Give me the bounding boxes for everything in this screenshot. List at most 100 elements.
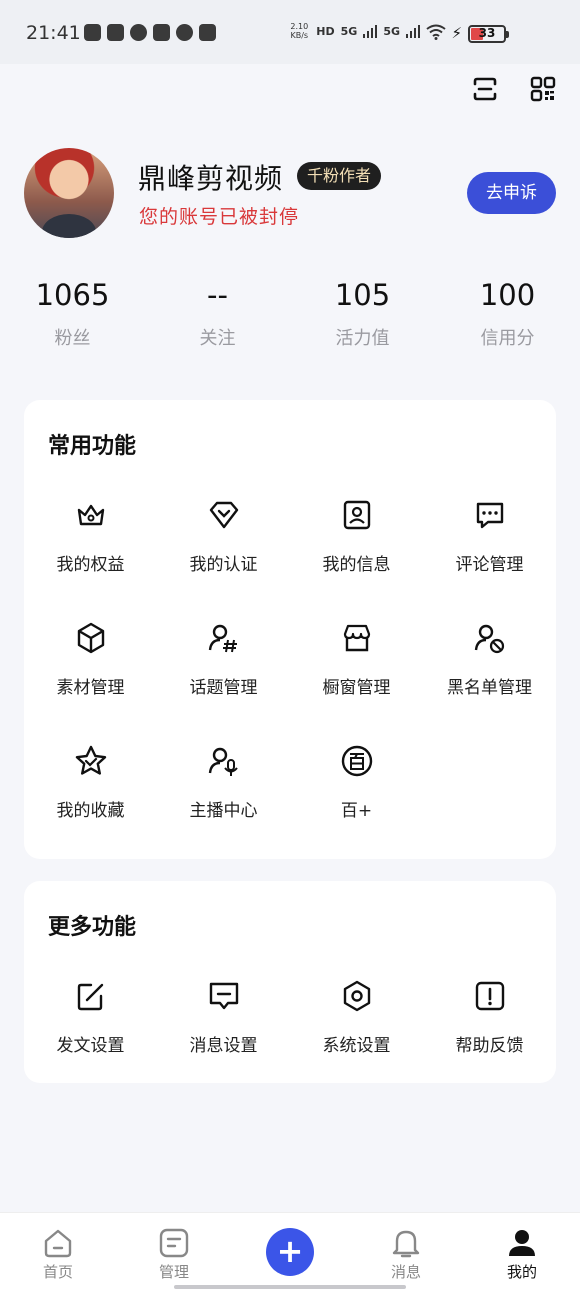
ban-notice: 您的账号已被封停 (139, 206, 300, 228)
menu-item-my-info[interactable]: 我的信息 (290, 498, 423, 575)
menu-item-message-settings[interactable]: 消息设置 (157, 979, 290, 1056)
nav-manage[interactable]: 管理 (134, 1227, 214, 1282)
stat-label: 关注 (199, 328, 236, 349)
menu-item-label: 百+ (340, 801, 373, 821)
menu-item-label: 发文设置 (56, 1036, 125, 1056)
user-hashtag-icon (208, 624, 237, 653)
person-icon (509, 1230, 535, 1256)
nav-label: 首页 (42, 1263, 73, 1281)
menu-item-help-feedback[interactable]: 帮助反馈 (423, 979, 556, 1056)
menu-item-label: 我的收藏 (56, 801, 125, 821)
menu-item-verification[interactable]: 我的认证 (157, 498, 290, 575)
network-indicators: 2.10 KB/s HD 5G 5G (288, 22, 420, 40)
menu-item-label: 话题管理 (189, 678, 258, 698)
menu-item-label: 主播中心 (189, 801, 258, 821)
message-icon (209, 982, 238, 1010)
stat-label: 活力值 (335, 328, 390, 349)
net-speed: 2.10 KB/s (290, 22, 309, 40)
bell-icon (392, 1230, 420, 1258)
qr-code-icon[interactable] (530, 76, 556, 102)
stats-row: 1065 粉丝 -- 关注 105 活力值 100 信用分 (0, 278, 580, 350)
charging-icon: ⚡ (451, 24, 462, 42)
stat-value: 105 (334, 278, 391, 312)
menu-item-label: 系统设置 (322, 1036, 391, 1056)
stat-value: 1065 (35, 278, 110, 312)
fans-badge: 千粉作者 (297, 162, 382, 190)
stat-following[interactable]: -- 关注 (145, 278, 290, 350)
stat-activity[interactable]: 105 活力值 (290, 278, 435, 350)
more-functions-grid: 发文设置 消息设置 系统设置 帮助反馈 (24, 979, 556, 1056)
wifi-icon (426, 24, 446, 40)
menu-item-showcase[interactable]: 橱窗管理 (290, 621, 423, 698)
stat-value: 100 (479, 278, 536, 312)
notification-icons (84, 24, 216, 41)
notification-icon (84, 24, 101, 41)
status-bar: 21:41 2.10 KB/s HD 5G 5G ⚡ 33 (0, 0, 580, 64)
user-block-icon (474, 624, 504, 654)
stat-fans[interactable]: 1065 粉丝 (0, 278, 145, 350)
common-functions-grid: 我的权益 我的认证 我的信息 评论管理 素材管理 话题管理 橱窗管理 黑名单管理… (24, 498, 556, 821)
section-title: 常用功能 (48, 434, 137, 459)
common-functions-card: 常用功能 我的权益 我的认证 我的信息 评论管理 素材管理 话题管理 橱窗管理 … (24, 400, 556, 859)
nav-label: 消息 (390, 1263, 421, 1281)
settings-hex-icon (343, 980, 370, 1012)
menu-item-post-settings[interactable]: 发文设置 (24, 979, 157, 1056)
store-icon (343, 624, 370, 652)
bai-icon (341, 745, 372, 777)
signal-label-2: 5G (383, 24, 400, 38)
menu-item-label: 素材管理 (56, 678, 125, 698)
verify-icon (209, 501, 238, 529)
signal-bars-icon (363, 24, 378, 38)
nav-label: 管理 (158, 1263, 189, 1281)
chat-icon (130, 24, 147, 41)
manage-icon (159, 1228, 189, 1258)
menu-item-label: 评论管理 (455, 555, 524, 575)
home-icon (44, 1229, 72, 1258)
user-mic-icon (208, 747, 238, 776)
profile-card-icon (343, 500, 370, 530)
alipay-icon (153, 24, 170, 41)
menu-item-materials[interactable]: 素材管理 (24, 621, 157, 698)
bottom-nav: 首页 管理 + 消息 我的 (0, 1212, 580, 1293)
section-title: 更多功能 (48, 915, 137, 940)
signal-bars-icon (406, 24, 420, 38)
nav-home[interactable]: 首页 (18, 1227, 98, 1282)
menu-item-label: 消息设置 (189, 1036, 258, 1056)
home-indicator (174, 1285, 406, 1289)
menu-item-anchor-center[interactable]: 主播中心 (157, 744, 290, 821)
battery-icon: 33 (468, 25, 509, 43)
comment-icon (476, 502, 503, 529)
menu-item-benefits[interactable]: 我的权益 (24, 498, 157, 575)
stat-credit[interactable]: 100 信用分 (435, 278, 580, 350)
menu-item-bai-plus[interactable]: 百+ (290, 744, 423, 821)
appeal-button[interactable]: 去申诉 (467, 172, 556, 214)
cube-icon (77, 622, 104, 654)
menu-item-system-settings[interactable]: 系统设置 (290, 979, 423, 1056)
menu-item-label: 黑名单管理 (447, 678, 532, 698)
menu-item-topics[interactable]: 话题管理 (157, 621, 290, 698)
nav-messages[interactable]: 消息 (366, 1227, 446, 1282)
menu-item-label: 橱窗管理 (322, 678, 391, 698)
plus-icon[interactable]: + (266, 1228, 314, 1276)
crown-icon (77, 504, 104, 526)
menu-item-label: 我的权益 (56, 555, 125, 575)
edit-icon (77, 983, 103, 1011)
menu-item-blacklist[interactable]: 黑名单管理 (423, 621, 556, 698)
nav-profile[interactable]: 我的 (482, 1227, 562, 1282)
signal-label-1: 5G (340, 24, 358, 38)
help-icon (475, 981, 504, 1011)
nav-label: 我的 (506, 1263, 537, 1281)
menu-item-comments[interactable]: 评论管理 (423, 498, 556, 575)
menu-item-favorites[interactable]: 我的收藏 (24, 744, 157, 821)
scan-icon[interactable] (472, 76, 498, 102)
avatar[interactable] (24, 148, 114, 238)
more-functions-card: 更多功能 发文设置 消息设置 系统设置 帮助反馈 (24, 881, 556, 1083)
menu-item-label: 我的信息 (322, 555, 391, 575)
stat-label: 粉丝 (54, 328, 91, 349)
user-name: 鼎峰剪视频 (138, 162, 284, 195)
wechat-icon (176, 24, 193, 41)
menu-item-label: 帮助反馈 (455, 1036, 524, 1056)
header-actions (472, 76, 556, 102)
star-icon (75, 745, 106, 775)
stat-label: 信用分 (480, 328, 535, 349)
